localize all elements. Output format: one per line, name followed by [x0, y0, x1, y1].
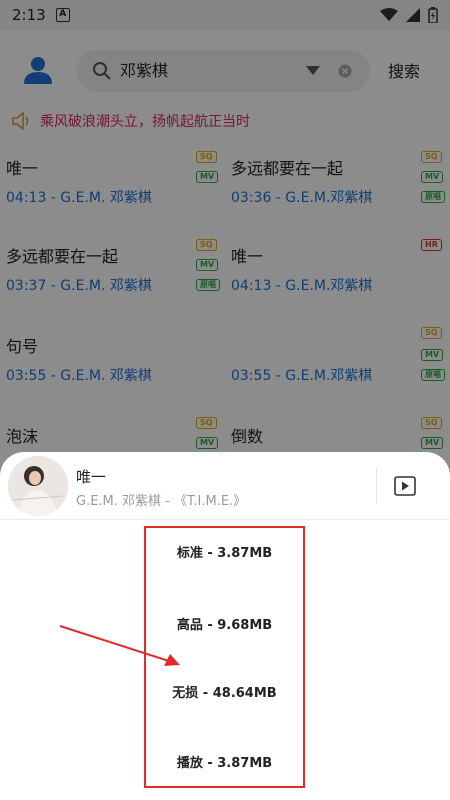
- sheet-header: 唯一 G.E.M. 邓紫棋 - 《T.I.M.E.》: [0, 452, 450, 520]
- mv-play-icon[interactable]: [394, 476, 416, 496]
- sheet-song-subtitle: G.E.M. 邓紫棋 - 《T.I.M.E.》: [76, 494, 247, 509]
- quality-sheet: 唯一 G.E.M. 邓紫棋 - 《T.I.M.E.》 标准 - 3.87MB 高…: [0, 452, 450, 800]
- divider: [376, 468, 377, 504]
- quality-option-lossless[interactable]: 无损 - 48.64MB: [146, 682, 303, 701]
- album-cover: [8, 456, 68, 516]
- sheet-song-title: 唯一: [76, 468, 107, 486]
- quality-option-play[interactable]: 播放 - 3.87MB: [146, 752, 303, 771]
- quality-option-standard[interactable]: 标准 - 3.87MB: [146, 542, 303, 561]
- annotation-arrow-icon: [59, 625, 180, 666]
